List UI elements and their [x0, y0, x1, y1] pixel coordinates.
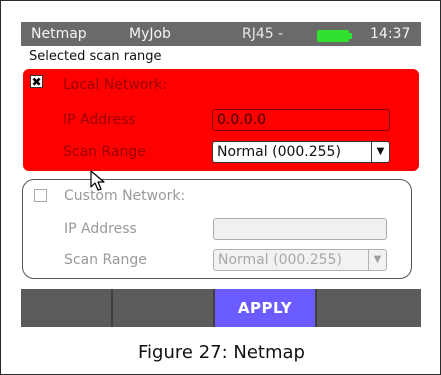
status-bar: Netmap MyJob RJ45 - 14:37: [21, 22, 421, 46]
local-scan-range-value: Normal (000.255): [217, 144, 341, 160]
custom-network-checkbox[interactable]: [34, 189, 47, 202]
local-ip-label: IP Address: [63, 112, 136, 128]
local-network-label: Local Network:: [63, 77, 167, 93]
figure-caption: Figure 27: Netmap: [138, 342, 305, 363]
custom-ip-input[interactable]: [213, 218, 387, 240]
apply-button[interactable]: APPLY: [215, 289, 317, 327]
custom-network-panel[interactable]: Custom Network: IP Address Scan Range No…: [22, 179, 412, 279]
softkey-bar: APPLY: [21, 289, 421, 327]
page-heading: Selected scan range: [29, 49, 162, 64]
status-job-name: MyJob: [129, 26, 171, 42]
softkey-4[interactable]: [317, 289, 421, 327]
custom-ip-label: IP Address: [64, 221, 137, 237]
custom-scan-range-value: Normal (000.255): [218, 252, 342, 268]
custom-scan-range-label: Scan Range: [64, 252, 147, 268]
softkey-1[interactable]: [21, 289, 113, 327]
check-x-icon: ✖: [31, 74, 42, 89]
local-scan-range-select[interactable]: Normal (000.255) ▼: [212, 141, 390, 163]
chevron-down-icon[interactable]: ▼: [371, 142, 389, 162]
battery-icon: [317, 30, 349, 42]
local-scan-range-label: Scan Range: [63, 144, 146, 160]
status-app-name: Netmap: [31, 26, 87, 42]
battery-tip-icon: [349, 33, 352, 39]
device-screen: Netmap MyJob RJ45 - 14:37 Selected scan …: [21, 22, 421, 327]
apply-button-label: APPLY: [237, 299, 293, 317]
custom-scan-range-select[interactable]: Normal (000.255) ▼: [213, 249, 387, 271]
status-time: 14:37: [370, 26, 411, 42]
softkey-2[interactable]: [113, 289, 215, 327]
chevron-down-icon[interactable]: ▼: [368, 250, 386, 270]
local-network-checkbox[interactable]: ✖: [30, 75, 43, 88]
status-port: RJ45 -: [242, 26, 284, 42]
figure-frame: Netmap MyJob RJ45 - 14:37 Selected scan …: [0, 0, 441, 375]
mouse-cursor-icon: [90, 170, 105, 191]
custom-network-label: Custom Network:: [64, 188, 186, 204]
local-ip-input[interactable]: 0.0.0.0: [212, 109, 390, 131]
local-network-panel[interactable]: ✖ Local Network: IP Address 0.0.0.0 Scan…: [23, 69, 419, 171]
